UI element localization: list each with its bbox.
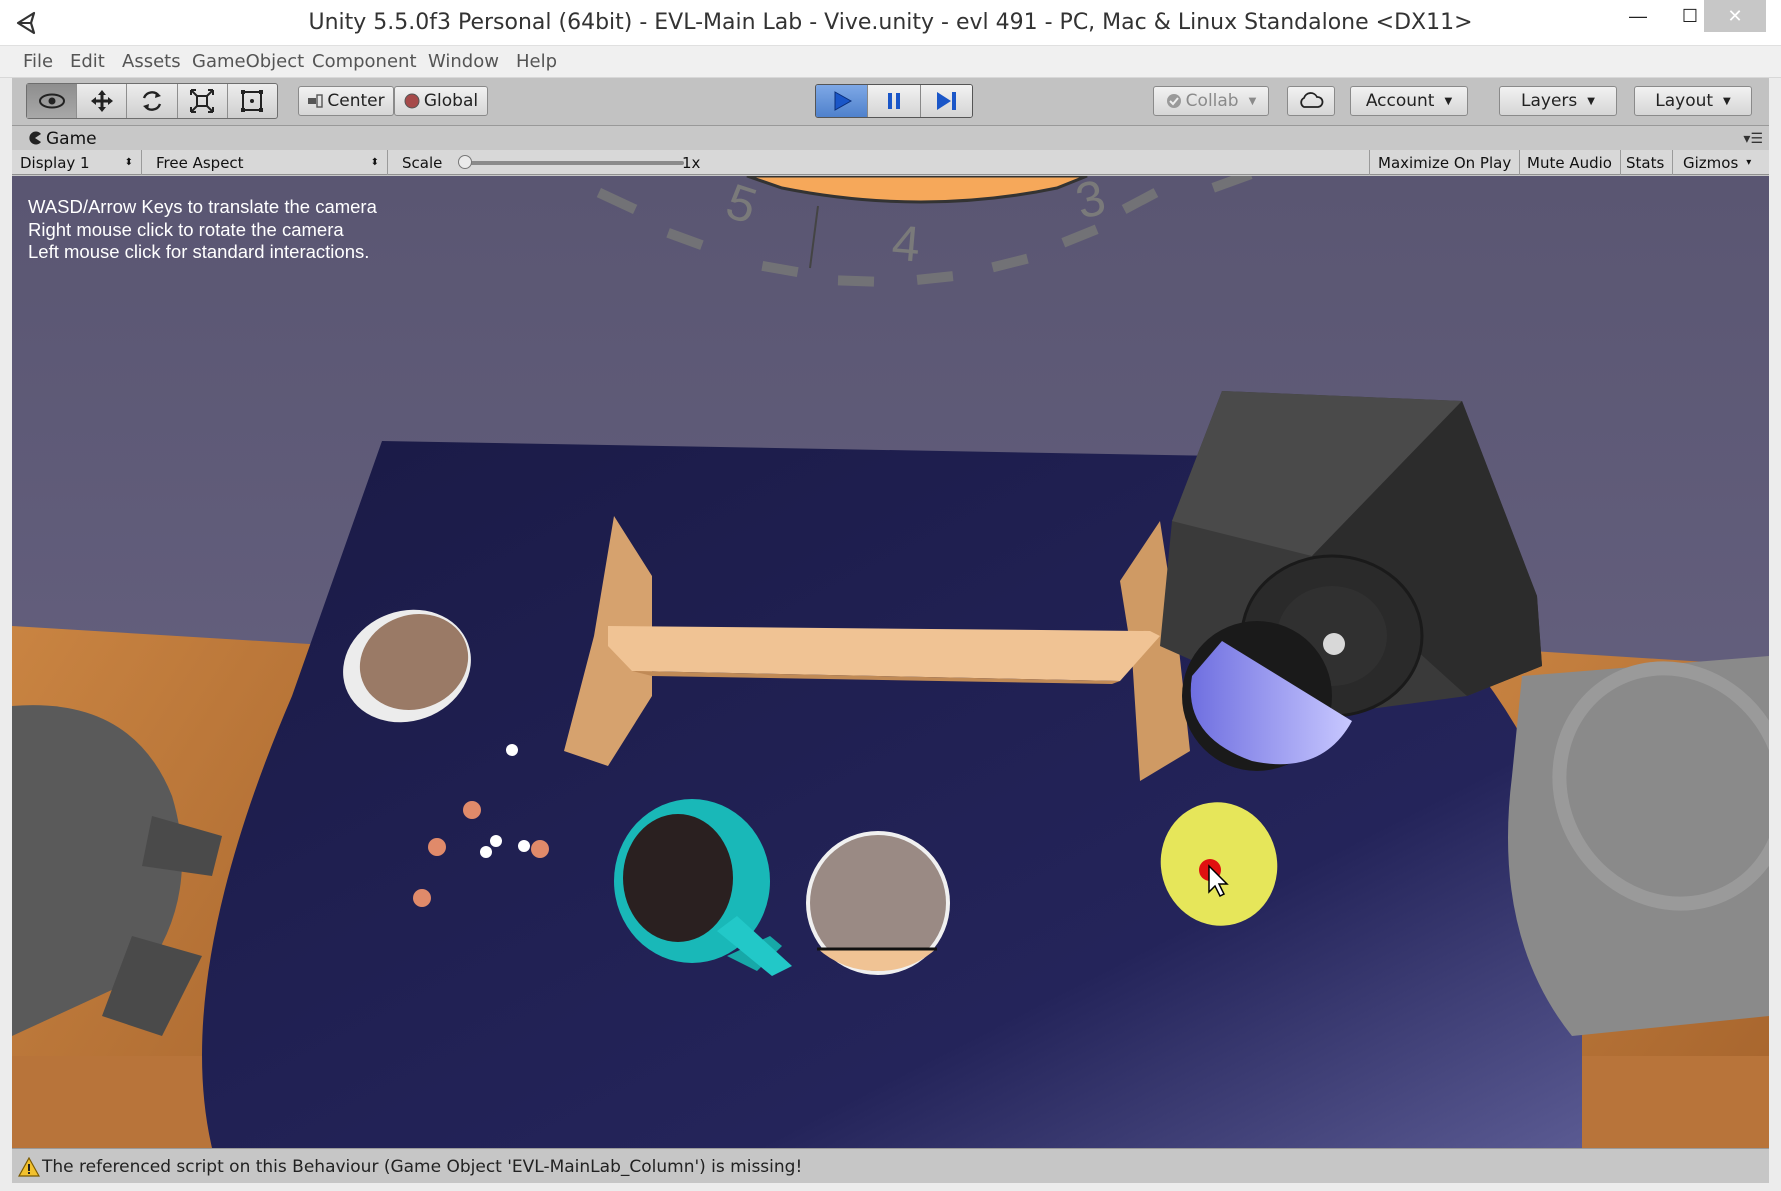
stats-label: Stats xyxy=(1626,153,1665,172)
layout-dropdown[interactable]: Layout ▼ xyxy=(1634,86,1752,116)
menu-edit[interactable]: Edit xyxy=(70,51,105,72)
window-frame-left xyxy=(0,78,12,1191)
chevron-down-icon: ▾ xyxy=(1746,157,1752,168)
account-label: Account xyxy=(1365,91,1435,111)
help-line: Right mouse click to rotate the camera xyxy=(28,218,344,240)
mute-audio-toggle[interactable]: Mute Audio xyxy=(1519,150,1621,175)
menu-assets[interactable]: Assets xyxy=(122,51,181,72)
stats-toggle[interactable]: Stats xyxy=(1618,150,1674,175)
help-line: WASD/Arrow Keys to translate the camera xyxy=(28,196,377,217)
globe-icon xyxy=(404,93,420,109)
collab-dropdown[interactable]: Collab ▼ xyxy=(1153,86,1269,116)
layers-label: Layers xyxy=(1521,91,1578,111)
playback-controls xyxy=(815,84,973,118)
minimize-icon: — xyxy=(1629,5,1647,26)
scale-slider-thumb[interactable] xyxy=(458,155,472,169)
help-line: Left mouse click for standard interactio… xyxy=(28,241,370,262)
layout-label: Layout xyxy=(1655,91,1714,111)
game-view-controls: Display 1 ⬍ Free Aspect ⬍ Scale 1x Maxim… xyxy=(12,150,1769,175)
chevron-down-icon: ▼ xyxy=(1723,95,1731,107)
play-icon xyxy=(834,91,852,111)
gizmos-dropdown[interactable]: Gizmos ▾ xyxy=(1675,150,1759,175)
scale-slider-track[interactable] xyxy=(462,161,684,165)
rect-tool-button[interactable] xyxy=(228,84,277,118)
gizmos-label: Gizmos xyxy=(1683,153,1739,172)
step-button[interactable] xyxy=(920,85,972,117)
rotate-icon xyxy=(142,91,162,111)
scale-icon xyxy=(190,89,215,113)
menu-window[interactable]: Window xyxy=(428,51,499,72)
window-title: Unity 5.5.0f3 Personal (64bit) - EVL-Mai… xyxy=(308,10,1473,35)
menu-gameobject[interactable]: GameObject xyxy=(192,51,304,72)
warning-icon xyxy=(18,1157,40,1177)
updown-icon: ⬍ xyxy=(124,157,133,168)
scale-label: Scale xyxy=(402,153,443,172)
scene-render: 5 4 3 xyxy=(12,176,1769,1148)
view-tool-button[interactable] xyxy=(27,84,78,118)
pivot-label: Center xyxy=(327,91,385,111)
menu-component[interactable]: Component xyxy=(312,51,417,72)
aspect-dropdown[interactable]: Free Aspect ⬍ xyxy=(148,150,388,175)
chevron-down-icon: ▼ xyxy=(1444,95,1453,107)
rotate-tool-button[interactable] xyxy=(127,84,178,118)
move-icon xyxy=(90,90,113,112)
game-tab-label: Game xyxy=(46,129,97,149)
pivot-center-button[interactable]: Center xyxy=(298,86,394,116)
display-label: Display 1 xyxy=(20,153,90,172)
display-dropdown[interactable]: Display 1 ⬍ xyxy=(12,150,142,175)
pause-button[interactable] xyxy=(868,85,921,117)
mute-audio-label: Mute Audio xyxy=(1527,153,1612,172)
layers-dropdown[interactable]: Layers ▼ xyxy=(1499,86,1617,116)
close-icon: ✕ xyxy=(1727,5,1743,26)
chevron-down-icon: ▼ xyxy=(1587,95,1595,107)
camera-help-text: WASD/Arrow Keys to translate the camera … xyxy=(28,196,377,264)
close-button[interactable]: ✕ xyxy=(1704,0,1766,32)
ring-right xyxy=(1508,656,1769,1036)
pivot-icon xyxy=(308,94,324,108)
play-button[interactable] xyxy=(816,85,869,117)
scale-value: 1x xyxy=(682,154,701,172)
main-toolbar: Center Global Collab ▼ Account ▼ Layers … xyxy=(12,78,1769,126)
maximize-on-play-toggle[interactable]: Maximize On Play xyxy=(1369,150,1521,175)
window-titlebar: Unity 5.5.0f3 Personal (64bit) - EVL-Mai… xyxy=(0,0,1781,46)
console-status-bar[interactable]: The referenced script on this Behaviour … xyxy=(12,1148,1769,1183)
maximize-icon: ☐ xyxy=(1681,5,1699,26)
rect-tool-icon xyxy=(241,90,264,112)
menu-help[interactable]: Help xyxy=(516,51,557,72)
status-message: The referenced script on this Behaviour … xyxy=(42,1157,803,1177)
cloud-icon xyxy=(1300,92,1324,108)
tab-menu-icon[interactable]: ▾☰ xyxy=(1743,130,1763,147)
step-icon xyxy=(937,92,957,110)
space-global-button[interactable]: Global xyxy=(394,86,488,116)
window-frame-right xyxy=(1769,78,1781,1191)
scale-tool-button[interactable] xyxy=(178,84,228,118)
menu-file[interactable]: File xyxy=(23,51,53,72)
cloud-button[interactable] xyxy=(1287,86,1335,116)
pacman-icon xyxy=(29,131,41,145)
checkmark-icon xyxy=(1166,94,1181,108)
window-frame-bottom xyxy=(0,1183,1781,1191)
disc xyxy=(806,831,950,975)
transform-tools xyxy=(26,83,278,119)
clock-numeral: 4 xyxy=(890,214,923,272)
pause-icon xyxy=(887,93,900,109)
game-tab[interactable]: Game ▾☰ xyxy=(12,126,1769,150)
aspect-label: Free Aspect xyxy=(156,153,244,172)
eye-icon xyxy=(38,93,65,109)
space-label: Global xyxy=(423,91,479,111)
game-viewport[interactable]: 5 4 3 WASD/Arrow Keys to translate the c… xyxy=(12,176,1769,1148)
move-tool-button[interactable] xyxy=(77,84,128,118)
maximize-on-play-label: Maximize On Play xyxy=(1378,153,1512,172)
updown-icon: ⬍ xyxy=(370,157,379,168)
account-dropdown[interactable]: Account ▼ xyxy=(1350,86,1468,116)
chevron-down-icon: ▼ xyxy=(1248,95,1257,107)
minimize-button[interactable]: — xyxy=(1612,0,1664,32)
collab-label: Collab xyxy=(1185,91,1239,111)
menu-bar: File Edit Assets GameObject Component Wi… xyxy=(0,46,1781,78)
